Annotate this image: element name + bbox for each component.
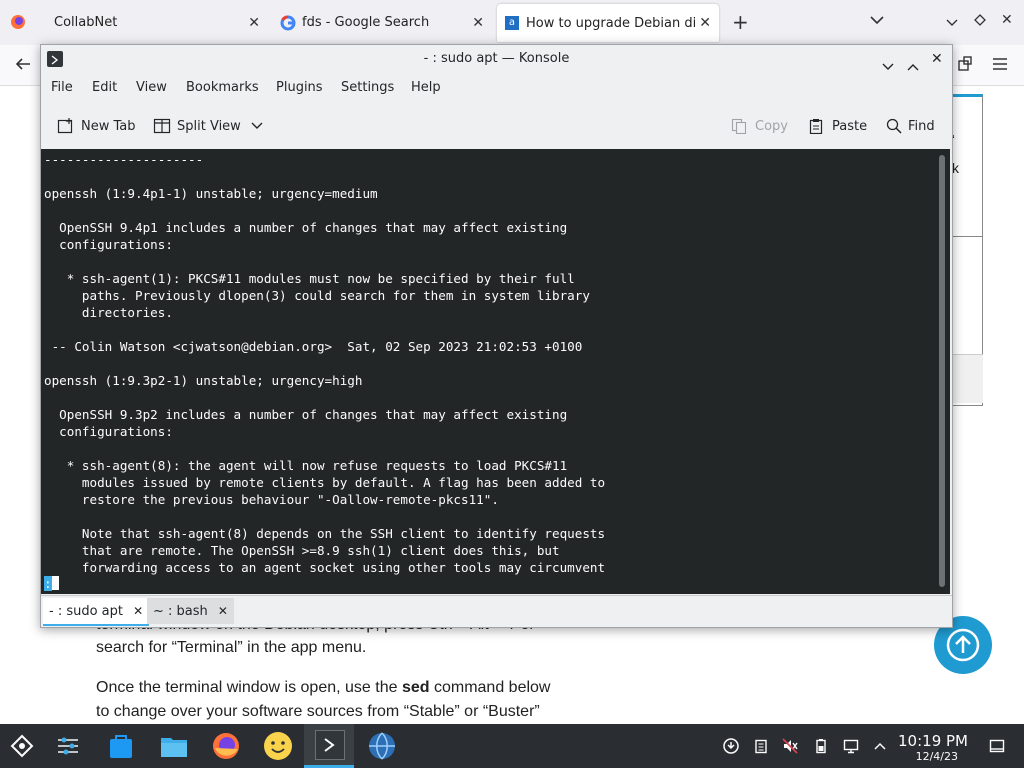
browser-tab-debian-upgrade[interactable]: a How to upgrade Debian di ✕ <box>497 4 719 42</box>
konsole-toolbar: New Tab Split View Copy Paste Find <box>41 105 952 147</box>
split-view-icon <box>153 117 171 135</box>
terminal-tab-label: ~ : bash <box>153 604 208 619</box>
network-globe-icon[interactable] <box>366 730 398 762</box>
clock-time[interactable]: 10:19 PM <box>898 732 968 750</box>
close-tab-icon[interactable]: ✕ <box>248 15 260 31</box>
terminal-tab-label: - : sudo apt <box>49 604 124 619</box>
menu-file[interactable]: File <box>51 75 73 101</box>
back-arrow-icon[interactable] <box>14 55 32 77</box>
menu-help[interactable]: Help <box>411 75 441 101</box>
split-view-label: Split View <box>177 118 241 134</box>
konsole-task-active[interactable] <box>304 724 354 768</box>
find-label: Find <box>908 118 935 134</box>
split-view-button[interactable]: Split View <box>153 113 263 139</box>
browser-tab-google[interactable]: fds - Google Search ✕ <box>272 0 492 45</box>
chevron-up-icon[interactable] <box>872 738 888 754</box>
system-settings-icon[interactable] <box>52 730 84 762</box>
terminal-tab-sudo-apt[interactable]: - : sudo apt ✕ <box>43 598 150 626</box>
firefox-view-icon[interactable] <box>10 14 26 30</box>
paste-label: Paste <box>832 118 868 134</box>
window-title: - : sudo apt — Konsole <box>423 51 570 66</box>
site-icon: a <box>505 16 519 30</box>
tab-title: fds - Google Search <box>302 15 430 30</box>
text-cursor <box>51 576 59 590</box>
close-tab-icon[interactable]: ✕ <box>472 15 484 31</box>
article-text: Once the terminal window is open, use th… <box>96 679 402 696</box>
google-icon <box>280 15 296 31</box>
konsole-tab-bar: - : sudo apt ✕ ~ : bash ✕ <box>41 595 952 627</box>
menu-view[interactable]: View <box>136 75 167 101</box>
new-tab-button[interactable]: + <box>732 10 749 34</box>
find-button[interactable]: Find <box>886 113 935 139</box>
file-manager-icon[interactable] <box>158 730 190 762</box>
konsole-window: - : sudo apt — Konsole ✕ File Edit View … <box>40 44 953 628</box>
list-all-tabs-icon[interactable] <box>870 14 884 28</box>
close-tab-icon[interactable]: ✕ <box>699 15 711 31</box>
new-tab-button[interactable]: New Tab <box>57 113 136 139</box>
terminal-scrollbar[interactable] <box>939 155 945 587</box>
discover-store-icon[interactable] <box>105 730 137 762</box>
tab-title: How to upgrade Debian di <box>526 15 696 31</box>
konsole-menubar: File Edit View Bookmarks Plugins Setting… <box>41 75 952 101</box>
article-line: to change over your software sources fro… <box>96 703 540 720</box>
application-launcher-icon[interactable] <box>6 730 38 762</box>
clock-date[interactable]: 12/4/23 <box>916 750 958 763</box>
menu-plugins[interactable]: Plugins <box>276 75 323 101</box>
close-window-icon[interactable]: ✕ <box>1001 12 1013 28</box>
konsole-icon <box>315 730 345 760</box>
chevron-down-icon[interactable] <box>251 119 263 134</box>
firefox-icon[interactable] <box>210 730 242 762</box>
close-tab-icon[interactable]: ✕ <box>133 604 143 618</box>
sed-command-text: sed <box>401 679 430 696</box>
terminal-tab-bash[interactable]: ~ : bash ✕ <box>147 598 234 624</box>
page-side-divider <box>950 236 983 237</box>
article-paragraph: Once the terminal window is open, use th… <box>96 676 550 700</box>
menu-settings[interactable]: Settings <box>341 75 394 101</box>
prompt-text: : <box>44 576 52 591</box>
close-tab-icon[interactable]: ✕ <box>218 604 228 618</box>
terminal-area[interactable]: --------------------- openssh (1:9.4p1-1… <box>41 149 950 594</box>
konsole-app-icon <box>47 51 63 67</box>
show-desktop-icon[interactable] <box>989 738 1005 754</box>
page-side-band <box>950 354 983 403</box>
copy-icon <box>731 118 747 135</box>
volume-muted-icon[interactable] <box>782 738 798 754</box>
new-tab-label: New Tab <box>81 118 136 134</box>
tab-title: CollabNet <box>54 15 118 30</box>
extensions-icon[interactable] <box>956 55 974 77</box>
taskbar: 10:19 PM 12/4/23 <box>0 724 1024 768</box>
display-configuration-icon[interactable] <box>843 738 859 754</box>
article-text: command below <box>429 679 551 696</box>
paste-icon <box>808 118 824 135</box>
menu-bookmarks[interactable]: Bookmarks <box>186 75 259 101</box>
terminal-output: --------------------- openssh (1:9.4p1-1… <box>44 152 606 575</box>
terminal-prompt: : <box>44 576 59 591</box>
paste-button[interactable]: Paste <box>808 113 867 139</box>
battery-icon[interactable] <box>813 738 829 754</box>
browser-tab-strip: CollabNet ✕ fds - Google Search ✕ a How … <box>0 0 1024 45</box>
konsole-titlebar[interactable]: - : sudo apt — Konsole ✕ <box>41 45 952 73</box>
new-tab-icon <box>57 117 75 135</box>
article-line: search for “Terminal” in the app menu. <box>96 639 367 656</box>
restore-window-icon[interactable] <box>974 14 986 30</box>
close-icon[interactable]: ✕ <box>931 45 943 73</box>
browser-tab-collabnet[interactable]: CollabNet ✕ <box>42 0 268 45</box>
clipboard-icon[interactable] <box>753 738 769 754</box>
page-side-text: k <box>952 160 959 176</box>
minimize-window-icon[interactable] <box>946 16 958 31</box>
hamburger-menu-icon[interactable] <box>992 57 1008 75</box>
copy-button[interactable]: Copy <box>731 113 788 139</box>
search-icon <box>886 118 902 134</box>
emoji-app-icon[interactable] <box>262 730 294 762</box>
updates-icon[interactable] <box>723 738 739 754</box>
menu-edit[interactable]: Edit <box>92 75 117 101</box>
copy-label: Copy <box>755 118 788 134</box>
